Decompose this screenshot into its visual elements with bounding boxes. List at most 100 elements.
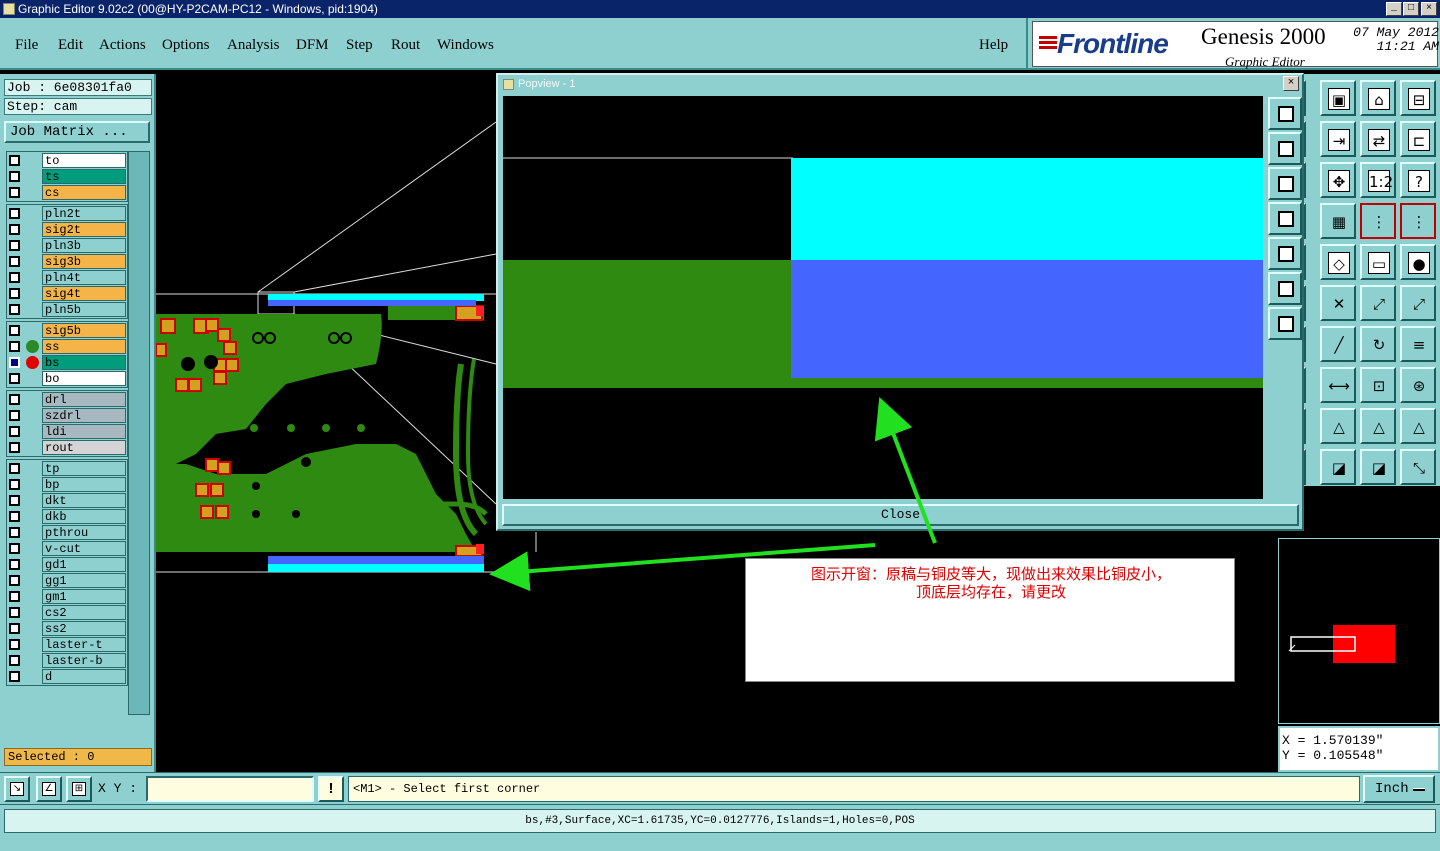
menu-analysis[interactable]: Analysis [227,37,280,54]
tool-save-button[interactable]: ▣ [1320,80,1356,116]
arc2-icon: △ [1413,418,1425,436]
tool-arc2-button[interactable]: △ [1400,408,1436,444]
maximize-button[interactable]: □ [1403,2,1419,16]
export-icon: ⇥ [1328,129,1350,151]
snap-button[interactable]: ↘ [4,776,30,802]
command-bar: ↘ ∠ ⊞ X Y : ! <M1> - Select first corner… [0,772,1440,804]
logo-box: Frontline Genesis 2000 Graphic Editor 07… [1032,21,1439,69]
popview-tool-center[interactable] [1268,307,1302,340]
product-subtitle: Graphic Editor [1225,54,1305,69]
tool-cross-button[interactable]: ✕ [1320,285,1356,321]
popview-tool-zoom-in[interactable] [1268,132,1302,165]
annotation-note: 图示开窗：原稿与铜皮等大，现做出来效果比铜皮小， 顶底层均存在，请更改 [745,558,1235,682]
job-matrix-button[interactable]: Job Matrix ... [4,121,150,143]
tool-triangle-button[interactable]: △ [1320,408,1356,444]
tool-arc-button[interactable]: ╱ [1320,326,1356,362]
menu-file[interactable]: File [15,37,38,54]
tool-cursor2-button[interactable]: ◪ [1360,449,1396,485]
tool-box-button[interactable]: ⊡ [1360,367,1396,403]
tool-pad-button[interactable]: ● [1400,244,1436,280]
menu-windows[interactable]: Windows [437,37,494,54]
unit-selector[interactable]: Inch [1363,775,1435,803]
pointer-icon: ◪ [1331,459,1347,477]
window-title: Graphic Editor 9.02c2 (00@HY-P2CAM-PC12 … [18,2,378,16]
step-name: Step: cam [4,98,152,115]
dropdown-icon [1413,788,1425,791]
layer-panel: Job : 6e08301fa0 Step: cam Job Matrix ..… [0,74,156,772]
grid-button[interactable]: ⊞ [66,776,92,802]
layer-list: to ts cs pln2t sig2t pln3b sig3b pln4t sig4t pln5… [4,151,128,715]
tool-fill-button[interactable]: ↻ [1360,326,1396,362]
center-icon [1278,316,1294,332]
selected-count: Selected : 0 [4,748,152,766]
zoom-in-icon [1278,141,1294,157]
popview-tool-zoom-window[interactable] [1268,97,1302,130]
tool-window-button[interactable]: ⊟ [1400,80,1436,116]
tool-connect2-button[interactable]: ⤢ [1400,285,1436,321]
tool-snap-button[interactable]: ⊏ [1400,121,1436,157]
tool-select-red-button[interactable]: ⋮ [1400,203,1436,239]
menu-edit[interactable]: Edit [58,37,83,54]
menu-actions[interactable]: Actions [99,37,146,54]
tool-help-button[interactable]: ? [1400,162,1436,198]
frontline-logo-mark [1039,36,1057,56]
house-icon: ⌂ [1368,88,1390,110]
popview-canvas[interactable] [503,96,1263,499]
tool-triangle2-button[interactable]: △ [1360,408,1396,444]
arc-icon: ╱ [1334,336,1344,354]
fill-icon: ↻ [1372,336,1386,354]
window-titlebar: Graphic Editor 9.02c2 (00@HY-P2CAM-PC12 … [0,0,1440,18]
popview-tool-zoom-out[interactable] [1268,167,1302,200]
box-icon: ⊡ [1372,377,1386,395]
tool-circle-button[interactable]: ⊛ [1400,367,1436,403]
menu-options[interactable]: Options [162,37,210,54]
measure-button[interactable]: ∠ [36,776,62,802]
layer-group [6,321,128,388]
tool-ratio-button[interactable]: 1:2 [1360,162,1396,198]
warning-button[interactable]: ! [318,776,344,802]
ratio-icon: 1:2 [1368,170,1393,192]
ruler2-icon: ▭ [1368,252,1390,274]
popview-tool-pan-left[interactable] [1268,202,1302,235]
tool-house-button[interactable]: ⌂ [1360,80,1396,116]
tool-measure-button[interactable]: ⟷ [1320,367,1356,403]
save-icon: ▣ [1328,88,1350,110]
minimap-drawing [1288,625,1395,663]
layer-scrollbar[interactable] [128,151,150,715]
product-name: Genesis 2000 [1201,24,1326,49]
tool-ruler2-button[interactable]: ▭ [1360,244,1396,280]
tool-export-button[interactable]: ⇥ [1320,121,1356,157]
menu-rout[interactable]: Rout [391,37,420,54]
tool-connect-button[interactable]: ⤢ [1360,285,1396,321]
popview-title: Popview - 1 [518,78,576,90]
logo-panel: Frontline Genesis 2000 Graphic Editor 07… [1026,18,1440,70]
xy-input[interactable] [146,776,314,802]
menu-dfm[interactable]: DFM [296,37,329,54]
popview-tool-fit[interactable] [1268,272,1302,305]
tool-text-button[interactable]: ≡ [1400,326,1436,362]
tool-move-button[interactable]: ✥ [1320,162,1356,198]
cursor-coordinates: X = 1.570139" Y = 0.105548" [1278,726,1440,772]
annotation-line-2: 顶底层均存在，请更改 [915,583,1066,601]
popview-close-x-button[interactable]: × [1283,76,1299,91]
y-coordinate: Y = 0.105548" [1282,748,1384,763]
popview-close-button[interactable]: Close [502,504,1299,526]
triangle-icon: △ [1333,418,1345,436]
tool-pointer-button[interactable]: ◪ [1320,449,1356,485]
menu-help[interactable]: Help [979,37,1008,54]
status-bar: bs,#3,Surface,XC=1.61735,YC=0.0127776,Is… [0,804,1440,851]
minimap[interactable] [1278,538,1440,724]
tool-grid-button[interactable]: ▦ [1320,203,1356,239]
menu-step[interactable]: Step [346,37,373,54]
grid-icon: ⊞ [72,782,86,796]
tool-select-button[interactable]: ⋮ [1360,203,1396,239]
tool-edit-button[interactable]: ◇ [1320,244,1356,280]
close-window-button[interactable]: × [1421,2,1437,16]
minimize-button[interactable]: _ [1386,2,1402,16]
popview-tool-pan-right[interactable] [1268,237,1302,270]
x-coordinate: X = 1.570139" [1282,733,1384,748]
tool-swap-button[interactable]: ⇄ [1360,121,1396,157]
circle-icon: ⊛ [1412,377,1426,395]
app-icon [3,3,15,15]
tool-node-button[interactable]: ⤡ [1400,449,1436,485]
